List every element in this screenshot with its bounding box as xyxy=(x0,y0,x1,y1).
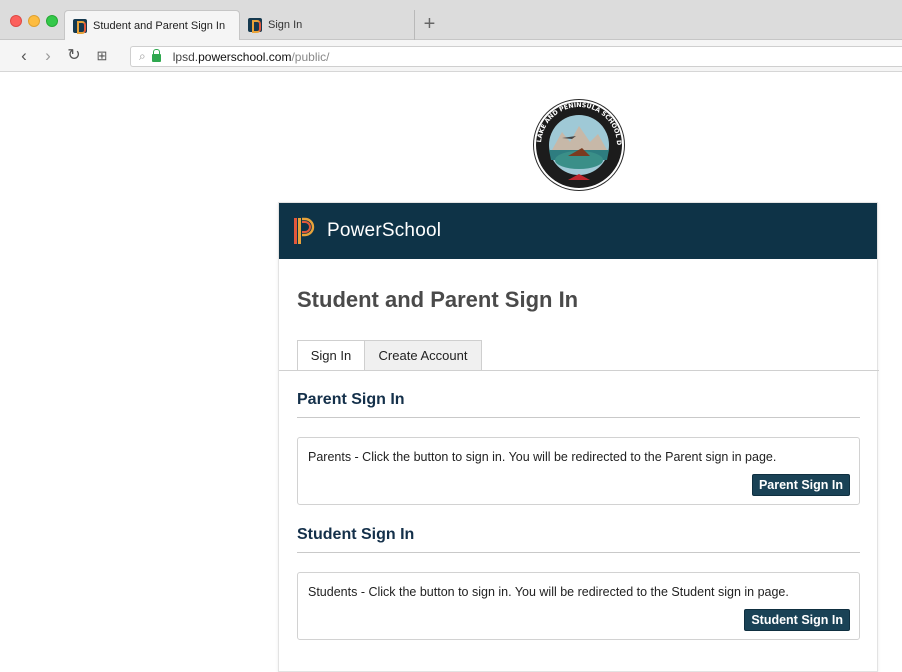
browser-tab-label: Student and Parent Sign In xyxy=(93,19,226,32)
tab-sign-in[interactable]: Sign In xyxy=(297,340,365,371)
maximize-window-button[interactable] xyxy=(46,15,58,27)
powerschool-favicon-icon xyxy=(73,18,87,34)
new-tab-button[interactable]: + xyxy=(414,10,444,40)
minimize-window-button[interactable] xyxy=(28,15,40,27)
browser-tab-active[interactable]: Student and Parent Sign In xyxy=(64,10,240,40)
browser-tab-inactive[interactable]: Sign In xyxy=(240,10,412,40)
close-window-button[interactable] xyxy=(10,15,22,27)
powerschool-header: PowerSchool xyxy=(279,203,877,259)
reload-icon[interactable]: ↻ xyxy=(64,45,84,67)
address-bar[interactable]: ⌕ lpsd.powerschool.com/public/ xyxy=(130,46,902,67)
parent-sign-in-box: Parents - Click the button to sign in. Y… xyxy=(297,437,860,505)
powerschool-brand: PowerSchool xyxy=(327,220,442,241)
parent-sign-in-message: Parents - Click the button to sign in. Y… xyxy=(308,450,777,464)
back-arrow-icon[interactable]: ‹ xyxy=(14,45,34,67)
forward-arrow-icon[interactable]: › xyxy=(38,45,58,67)
search-icon: ⌕ xyxy=(139,49,146,63)
tabs-divider xyxy=(279,370,879,371)
district-logo: LAKE AND PENINSULA SCHOOL DISTRICT xyxy=(532,98,625,191)
section-divider xyxy=(297,417,860,418)
student-sign-in-box: Students - Click the button to sign in. … xyxy=(297,572,860,640)
lock-icon xyxy=(151,49,161,62)
parent-sign-in-button[interactable]: Parent Sign In xyxy=(751,474,850,496)
student-sign-in-heading: Student Sign In xyxy=(297,526,415,543)
page-title: Student and Parent Sign In xyxy=(297,287,579,312)
powerschool-favicon-icon xyxy=(248,18,262,33)
grid-icon[interactable]: ⊞ xyxy=(92,45,112,67)
browser-toolbar: ‹ › ↻ ⊞ ⌕ lpsd.powerschool.com/public/ xyxy=(0,40,902,72)
parent-sign-in-heading: Parent Sign In xyxy=(297,391,405,408)
browser-tab-label: Sign In xyxy=(268,19,303,31)
sign-in-card: PowerSchool Student and Parent Sign In S… xyxy=(278,202,879,672)
section-divider xyxy=(297,552,860,553)
url-text: lpsd.powerschool.com/public/ xyxy=(172,49,330,64)
browser-tab-bar: Student and Parent Sign In Sign In + xyxy=(0,0,902,40)
tab-create-account[interactable]: Create Account xyxy=(365,340,482,371)
powerschool-logo-icon xyxy=(293,217,315,245)
student-sign-in-message: Students - Click the button to sign in. … xyxy=(308,585,789,599)
student-sign-in-button[interactable]: Student Sign In xyxy=(744,609,850,631)
